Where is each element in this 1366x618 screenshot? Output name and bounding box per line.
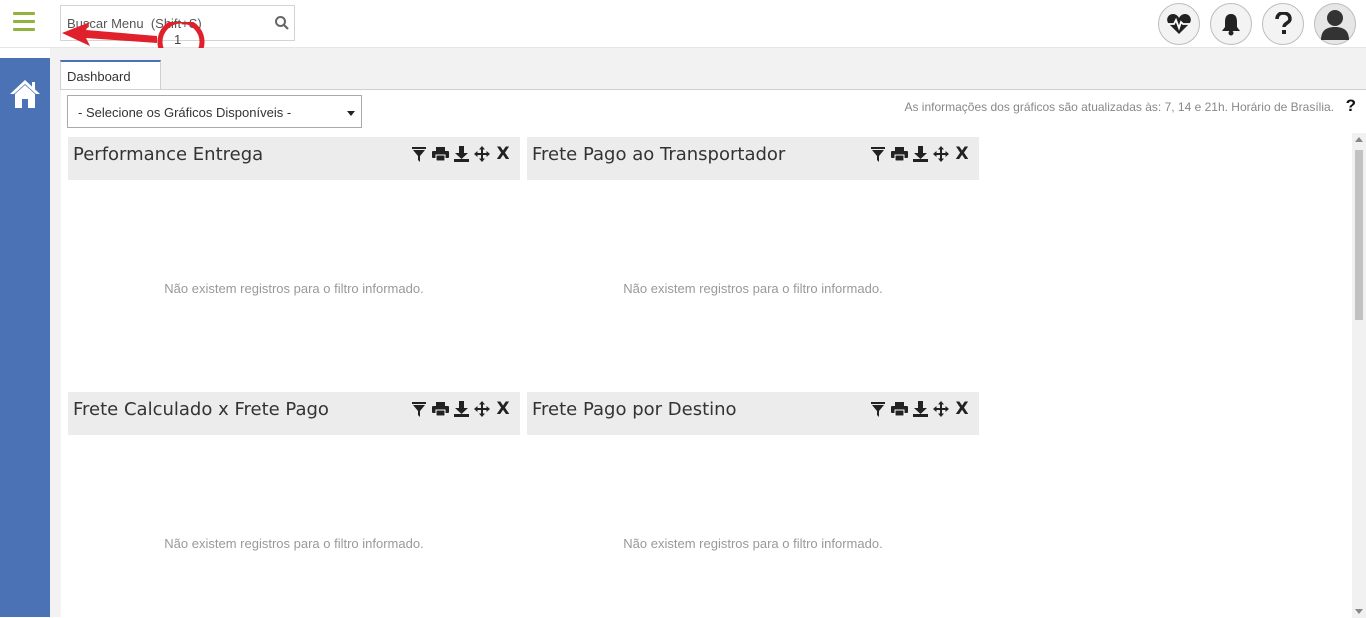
widget-header: Frete Pago por Destino X — [527, 392, 979, 435]
print-icon[interactable] — [890, 400, 908, 418]
chevron-down-icon — [347, 111, 355, 116]
charts-select[interactable]: - Selecione os Gráficos Disponíveis - — [67, 95, 362, 128]
empty-message: Não existem registros para o filtro info… — [623, 536, 883, 551]
empty-message: Não existem registros para o filtro info… — [623, 281, 883, 296]
search-icon[interactable] — [274, 15, 290, 31]
download-icon[interactable] — [452, 400, 470, 418]
filter-icon[interactable] — [869, 145, 887, 163]
top-bar — [0, 0, 1366, 48]
close-icon[interactable]: X — [953, 145, 971, 163]
download-icon[interactable] — [452, 145, 470, 163]
close-icon[interactable]: X — [953, 400, 971, 418]
scroll-up-arrow-icon[interactable] — [1355, 137, 1363, 142]
scroll-down-arrow-icon[interactable] — [1355, 609, 1363, 614]
user-avatar-button[interactable] — [1314, 3, 1356, 45]
user-avatar-icon — [1321, 10, 1349, 40]
bell-icon — [1222, 14, 1240, 36]
notifications-button[interactable] — [1210, 3, 1252, 45]
health-button[interactable] — [1158, 3, 1200, 45]
widget-header: Frete Pago ao Transportador X — [527, 137, 979, 180]
move-icon[interactable] — [473, 145, 491, 163]
dashboard-panel: - Selecione os Gráficos Disponíveis - As… — [61, 89, 1366, 618]
heart-pulse-icon — [1167, 14, 1191, 34]
widget-tools: X — [410, 400, 512, 418]
dashboard-help-icon[interactable]: ? — [1346, 96, 1356, 116]
question-icon — [1275, 12, 1292, 34]
search-input[interactable] — [61, 6, 261, 40]
move-icon[interactable] — [932, 145, 950, 163]
move-icon[interactable] — [473, 400, 491, 418]
widget-title: Performance Entrega — [73, 144, 264, 165]
annotation-label: 1 — [174, 32, 182, 47]
sidebar — [0, 58, 50, 617]
vertical-scrollbar[interactable] — [1352, 133, 1366, 618]
tab-dashboard[interactable]: Dashboard — [60, 60, 161, 90]
update-info-text: As informações dos gráficos são atualiza… — [904, 100, 1334, 114]
widget-title: Frete Calculado x Frete Pago — [73, 399, 329, 420]
empty-message: Não existem registros para o filtro info… — [164, 536, 424, 551]
hamburger-menu-icon[interactable] — [13, 12, 35, 34]
widget-title: Frete Pago por Destino — [532, 399, 737, 420]
filter-icon[interactable] — [410, 400, 428, 418]
download-icon[interactable] — [911, 145, 929, 163]
widget-header: Frete Calculado x Frete Pago X — [68, 392, 520, 435]
widget-performance-entrega: Performance Entrega X Não existem regist… — [68, 137, 520, 387]
widget-frete-calculado-x-frete-pago: Frete Calculado x Frete Pago X Não exist… — [68, 392, 520, 618]
print-icon[interactable] — [431, 145, 449, 163]
main-area: Dashboard - Selecione os Gráficos Dispon… — [50, 48, 1366, 618]
print-icon[interactable] — [431, 400, 449, 418]
widget-tools: X — [410, 145, 512, 163]
widget-frete-pago-por-destino: Frete Pago por Destino X Não existem reg… — [527, 392, 979, 618]
charts-select-value: - Selecione os Gráficos Disponíveis - — [78, 105, 292, 120]
widget-tools: X — [869, 145, 971, 163]
empty-message: Não existem registros para o filtro info… — [164, 281, 424, 296]
filter-icon[interactable] — [410, 145, 428, 163]
scroll-thumb[interactable] — [1355, 150, 1363, 320]
widget-title: Frete Pago ao Transportador — [532, 144, 786, 165]
top-icon-group — [1158, 3, 1356, 45]
filter-icon[interactable] — [869, 400, 887, 418]
close-icon[interactable]: X — [494, 400, 512, 418]
download-icon[interactable] — [911, 400, 929, 418]
close-icon[interactable]: X — [494, 145, 512, 163]
home-icon[interactable] — [9, 78, 41, 110]
help-button[interactable] — [1262, 3, 1304, 45]
print-icon[interactable] — [890, 145, 908, 163]
move-icon[interactable] — [932, 400, 950, 418]
widget-frete-pago-transportador: Frete Pago ao Transportador X Não existe… — [527, 137, 979, 387]
widget-header: Performance Entrega X — [68, 137, 520, 180]
widget-tools: X — [869, 400, 971, 418]
